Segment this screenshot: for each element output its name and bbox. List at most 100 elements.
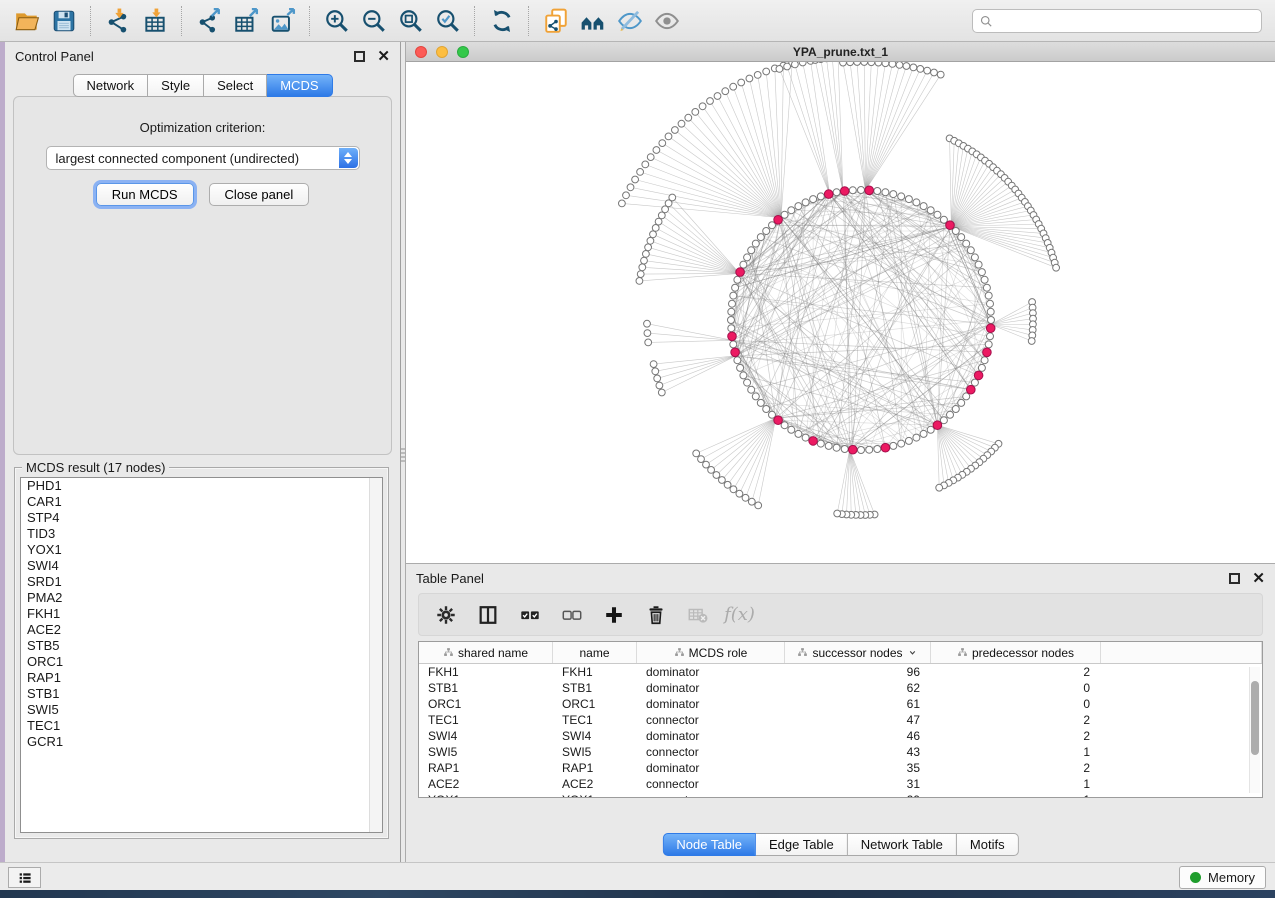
result-node-item[interactable]: STB1	[21, 686, 382, 702]
tab-mcds[interactable]: MCDS	[267, 74, 332, 97]
cell-successor-nodes: 62	[785, 681, 931, 695]
result-node-item[interactable]: TID3	[21, 526, 382, 542]
deselect-all-columns-button[interactable]	[558, 601, 585, 628]
add-column-button[interactable]	[600, 601, 627, 628]
float-panel-icon[interactable]	[354, 51, 365, 62]
hide-selected-icon	[617, 8, 643, 34]
memory-button[interactable]: Memory	[1179, 866, 1266, 889]
network-from-selection-button[interactable]	[537, 5, 574, 37]
delete-table-button	[684, 601, 711, 628]
table-scrollbar-thumb[interactable]	[1251, 681, 1259, 755]
table-scrollbar[interactable]	[1249, 667, 1260, 793]
result-node-item[interactable]: TEC1	[21, 718, 382, 734]
export-table-button[interactable]	[227, 5, 264, 37]
select-all-columns-button[interactable]	[516, 601, 543, 628]
table-row[interactable]: YOX1YOX1connector291	[419, 792, 1262, 798]
table-header-row: shared namenameMCDS rolesuccessor nodesp…	[419, 642, 1262, 664]
column-header-name[interactable]: name	[553, 642, 637, 663]
column-type-icon	[957, 647, 968, 658]
save-session-button[interactable]	[45, 5, 82, 37]
search-box[interactable]	[972, 9, 1262, 33]
result-node-item[interactable]: CAR1	[21, 494, 382, 510]
close-panel-icon[interactable]: ✕	[377, 51, 390, 62]
close-panel-button[interactable]: Close panel	[209, 183, 310, 206]
result-list-scrollbar[interactable]	[369, 478, 382, 832]
zoom-window-icon[interactable]	[457, 46, 469, 58]
cell-name: STB1	[553, 681, 637, 695]
column-header-successor-nodes[interactable]: successor nodes	[785, 642, 931, 663]
apply-layout-button[interactable]	[483, 5, 520, 37]
result-node-item[interactable]: PHD1	[21, 478, 382, 494]
cell-mcds-role: dominator	[637, 665, 785, 679]
control-panel-tabs: NetworkStyleSelectMCDS	[72, 74, 332, 97]
float-table-panel-icon[interactable]	[1229, 573, 1240, 584]
column-header-mcds-role[interactable]: MCDS role	[637, 642, 785, 663]
result-node-item[interactable]: ORC1	[21, 654, 382, 670]
table-row[interactable]: SWI4SWI4dominator462	[419, 728, 1262, 744]
run-mcds-button[interactable]: Run MCDS	[96, 183, 194, 206]
control-panel: Control Panel ✕ NetworkStyleSelectMCDS O…	[5, 42, 401, 862]
zoom-out-button[interactable]	[355, 5, 392, 37]
tab-edge-table[interactable]: Edge Table	[756, 833, 848, 856]
criterion-dropdown[interactable]: largest connected component (undirected)	[46, 146, 360, 170]
first-neighbors-button[interactable]	[574, 5, 611, 37]
table-row[interactable]: FKH1FKH1dominator962	[419, 664, 1262, 680]
result-node-item[interactable]: PMA2	[21, 590, 382, 606]
result-node-item[interactable]: FKH1	[21, 606, 382, 622]
tab-node-table[interactable]: Node Table	[662, 833, 756, 856]
network-canvas[interactable]	[406, 62, 1275, 563]
cell-name: SWI4	[553, 729, 637, 743]
mcds-result-title: MCDS result (17 nodes)	[22, 460, 169, 475]
zoom-fit-icon	[398, 8, 424, 34]
result-node-item[interactable]: SWI4	[21, 558, 382, 574]
table-row[interactable]: ACE2ACE2connector311	[419, 776, 1262, 792]
open-session-button[interactable]	[8, 5, 45, 37]
result-node-item[interactable]: SWI5	[21, 702, 382, 718]
export-network-icon	[196, 8, 222, 34]
search-input[interactable]	[994, 11, 1261, 31]
result-node-item[interactable]: RAP1	[21, 670, 382, 686]
tab-motifs[interactable]: Motifs	[957, 833, 1019, 856]
import-table-button[interactable]	[136, 5, 173, 37]
result-node-item[interactable]: SRD1	[21, 574, 382, 590]
tab-style[interactable]: Style	[148, 74, 204, 97]
column-header-shared-name[interactable]: shared name	[419, 642, 553, 663]
status-bar: Memory	[0, 862, 1275, 890]
close-table-panel-icon[interactable]: ✕	[1252, 573, 1265, 584]
status-menu-button[interactable]	[8, 867, 41, 888]
show-columns-button[interactable]	[474, 601, 501, 628]
minimize-window-icon[interactable]	[436, 46, 448, 58]
cell-mcds-role: connector	[637, 745, 785, 759]
table-row[interactable]: TEC1TEC1connector472	[419, 712, 1262, 728]
close-window-icon[interactable]	[415, 46, 427, 58]
result-node-item[interactable]: GCR1	[21, 734, 382, 750]
show-columns-icon	[477, 604, 499, 626]
column-header-predecessor-nodes[interactable]: predecessor nodes	[931, 642, 1101, 663]
tab-select[interactable]: Select	[204, 74, 267, 97]
result-node-item[interactable]: ACE2	[21, 622, 382, 638]
zoom-selected-button[interactable]	[429, 5, 466, 37]
delete-column-button[interactable]	[642, 601, 669, 628]
hide-selected-button[interactable]	[611, 5, 648, 37]
table-row[interactable]: SWI5SWI5connector431	[419, 744, 1262, 760]
zoom-out-icon	[361, 8, 387, 34]
table-row[interactable]: RAP1RAP1dominator352	[419, 760, 1262, 776]
zoom-fit-button[interactable]	[392, 5, 429, 37]
export-network-button[interactable]	[190, 5, 227, 37]
mcds-result-list: PHD1CAR1STP4TID3YOX1SWI4SRD1PMA2FKH1ACE2…	[20, 477, 383, 833]
show-all-button[interactable]	[648, 5, 685, 37]
zoom-in-button[interactable]	[318, 5, 355, 37]
import-network-button[interactable]	[99, 5, 136, 37]
result-node-item[interactable]: STP4	[21, 510, 382, 526]
cell-name: ORC1	[553, 697, 637, 711]
export-image-button[interactable]	[264, 5, 301, 37]
tab-network-table[interactable]: Network Table	[848, 833, 957, 856]
control-panel-header: Control Panel ✕	[5, 42, 400, 70]
result-node-item[interactable]: YOX1	[21, 542, 382, 558]
result-node-item[interactable]: STB5	[21, 638, 382, 654]
import-network-icon	[105, 8, 131, 34]
tab-network[interactable]: Network	[72, 74, 148, 97]
table-row[interactable]: ORC1ORC1dominator610	[419, 696, 1262, 712]
table-settings-button[interactable]	[432, 601, 459, 628]
table-row[interactable]: STB1STB1dominator620	[419, 680, 1262, 696]
